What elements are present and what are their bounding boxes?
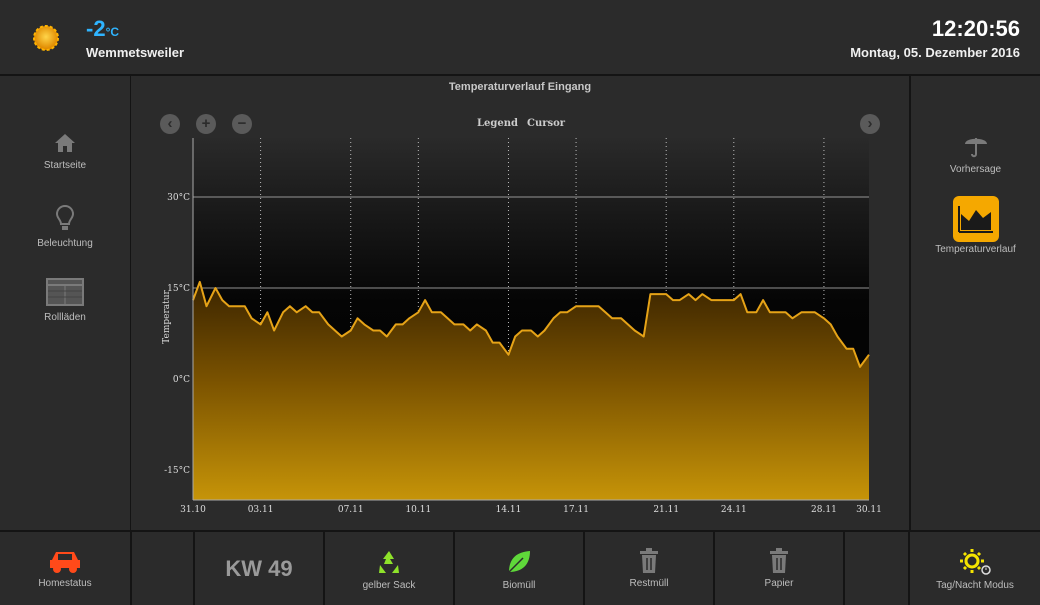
x-tick-label: 21.11 (653, 505, 679, 515)
footer-biomuell[interactable]: Biomüll (455, 532, 583, 605)
recycle-icon (379, 551, 399, 573)
left-nav: Startseite Beleuchtung Rollläden (0, 76, 130, 530)
footer-label: gelber Sack (362, 580, 416, 591)
nav-item-temperaturverlauf[interactable]: Temperaturverlauf (911, 196, 1040, 255)
y-tick-label: 30°C (167, 193, 190, 203)
chart-panel: Temperaturverlauf Eingang ‹ + − › Legend… (131, 76, 909, 530)
current-temperature: -2°C (86, 16, 120, 41)
day-night-icon (960, 549, 991, 575)
footer-gelber-sack[interactable]: gelber Sack (325, 532, 453, 605)
lightbulb-icon (55, 204, 75, 230)
header-bar: -2°C Wemmetsweiler 12:20:56 Montag, 05. … (0, 0, 1040, 74)
footer-week-number: KW 49 (195, 532, 323, 605)
footer-label: Papier (764, 578, 794, 589)
trash-icon (640, 548, 658, 573)
date-display: Montag, 05. Dezember 2016 (850, 45, 1020, 60)
y-tick-label: 0°C (173, 375, 190, 385)
umbrella-icon (964, 138, 987, 158)
x-tick-label: 03.11 (248, 505, 274, 515)
footer-label: Tag/Nacht Modus (936, 580, 1014, 591)
x-tick-label: 17.11 (563, 505, 589, 515)
nav-item-startseite[interactable]: Startseite (0, 132, 130, 171)
trash-icon (770, 548, 788, 573)
nav-label: Startseite (43, 160, 87, 171)
sun-icon (33, 25, 59, 51)
x-tick-label: 10.11 (405, 505, 431, 515)
x-tick-label: 31.10 (180, 505, 206, 515)
temperature-chart[interactable]: 30°C15°C0°C-15°C31.10 03.11 07.11 10.11 14.1… (131, 76, 909, 530)
x-tick-label: 30.11 (856, 505, 882, 515)
home-icon (55, 134, 75, 152)
area-chart-icon (952, 196, 999, 242)
nav-item-beleuchtung[interactable]: Beleuchtung (0, 204, 130, 249)
x-tick-label: 07.11 (338, 505, 364, 515)
x-tick-label: 14.11 (496, 505, 522, 515)
y-axis-label: Temperatur (162, 289, 172, 343)
footer-label: Restmüll (629, 578, 669, 589)
nav-label: Beleuchtung (37, 238, 93, 249)
footer-homestatus[interactable]: Homestatus (0, 532, 130, 605)
clock: 12:20:56 (931, 16, 1020, 41)
location-name: Wemmetsweiler (86, 45, 185, 60)
temperature-unit: °C (105, 25, 120, 39)
y-tick-label: -15°C (164, 466, 190, 476)
week-number: KW 49 (225, 556, 293, 581)
footer-empty-slot (132, 532, 193, 605)
footer-restmuell[interactable]: Restmüll (585, 532, 713, 605)
shutter-icon (46, 278, 84, 306)
car-icon (50, 552, 80, 573)
footer-empty-slot (845, 532, 908, 605)
footer-tag-nacht-modus[interactable]: Tag/Nacht Modus (910, 532, 1040, 605)
nav-label: Temperaturverlauf (935, 244, 1016, 255)
footer-label: Homestatus (38, 578, 92, 589)
nav-item-vorhersage[interactable]: Vorhersage (911, 132, 1040, 175)
leaf-icon (508, 551, 530, 573)
x-tick-label: 24.11 (721, 505, 747, 515)
footer-papier[interactable]: Papier (715, 532, 843, 605)
footer-label: Biomüll (502, 580, 536, 591)
nav-label: Rollläden (44, 312, 86, 323)
right-nav: Vorhersage Temperaturverlauf (911, 76, 1040, 530)
nav-label: Vorhersage (949, 164, 1002, 175)
nav-item-rolllaeden[interactable]: Rollläden (0, 278, 130, 323)
x-tick-label: 28.11 (811, 505, 837, 515)
